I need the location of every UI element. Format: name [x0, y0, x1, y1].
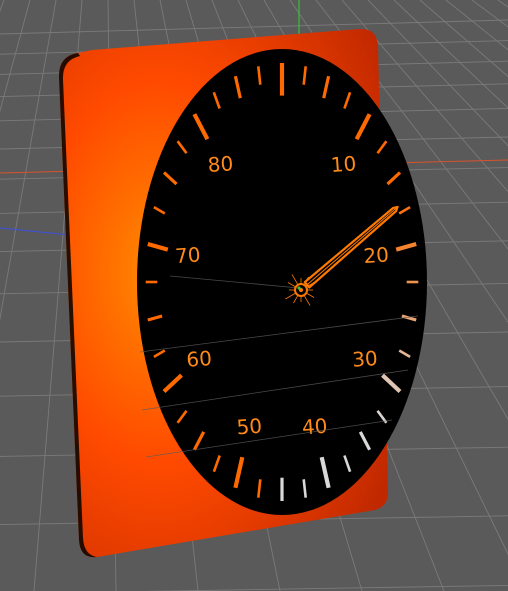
grid-line — [142, 584, 508, 591]
dial-label-70: 70 — [174, 242, 201, 268]
viewport-scene: 10 20 30 40 50 60 70 80 — [0, 0, 508, 591]
gauge-face[interactable] — [137, 49, 427, 515]
dial-label-60: 60 — [186, 346, 213, 372]
3d-viewport[interactable]: 10 20 30 40 50 60 70 80 — [0, 0, 508, 591]
dial-label-80: 80 — [207, 151, 234, 177]
grid-line — [0, 0, 57, 321]
dial-label-10: 10 — [330, 151, 357, 177]
grid-line — [0, 0, 31, 113]
grid-line — [445, 0, 508, 51]
dial-label-40: 40 — [301, 414, 328, 440]
origin-marker — [297, 286, 301, 290]
grid-line — [419, 0, 508, 78]
dial-label-20: 20 — [363, 242, 390, 268]
grid-line — [0, 0, 5, 13]
dial-label-30: 30 — [351, 346, 378, 372]
grid-line — [497, 0, 508, 8]
dial-label-50: 50 — [236, 414, 263, 440]
